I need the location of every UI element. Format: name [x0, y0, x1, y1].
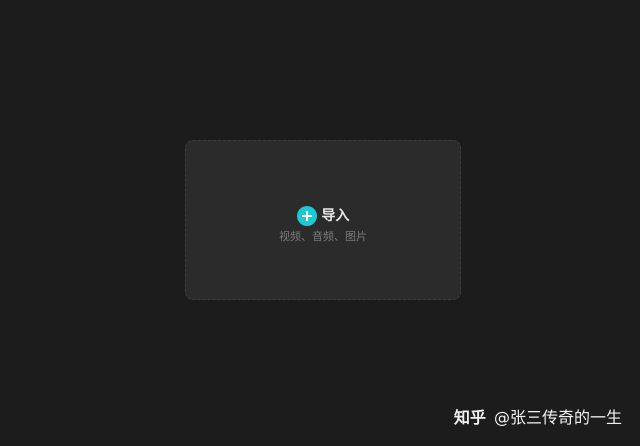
import-label: 导入: [321, 208, 350, 224]
watermark-brand: 知乎: [453, 408, 486, 427]
import-hint: 视频、音频、图片: [279, 230, 367, 243]
watermark: 知乎 @张三传奇的一生: [454, 406, 622, 430]
plus-circle-icon[interactable]: [296, 206, 317, 226]
watermark-author: @张三传奇的一生: [493, 408, 622, 427]
import-drop-zone[interactable]: 导入 视频、音频、图片: [185, 140, 461, 300]
import-button[interactable]: 导入: [186, 205, 460, 227]
